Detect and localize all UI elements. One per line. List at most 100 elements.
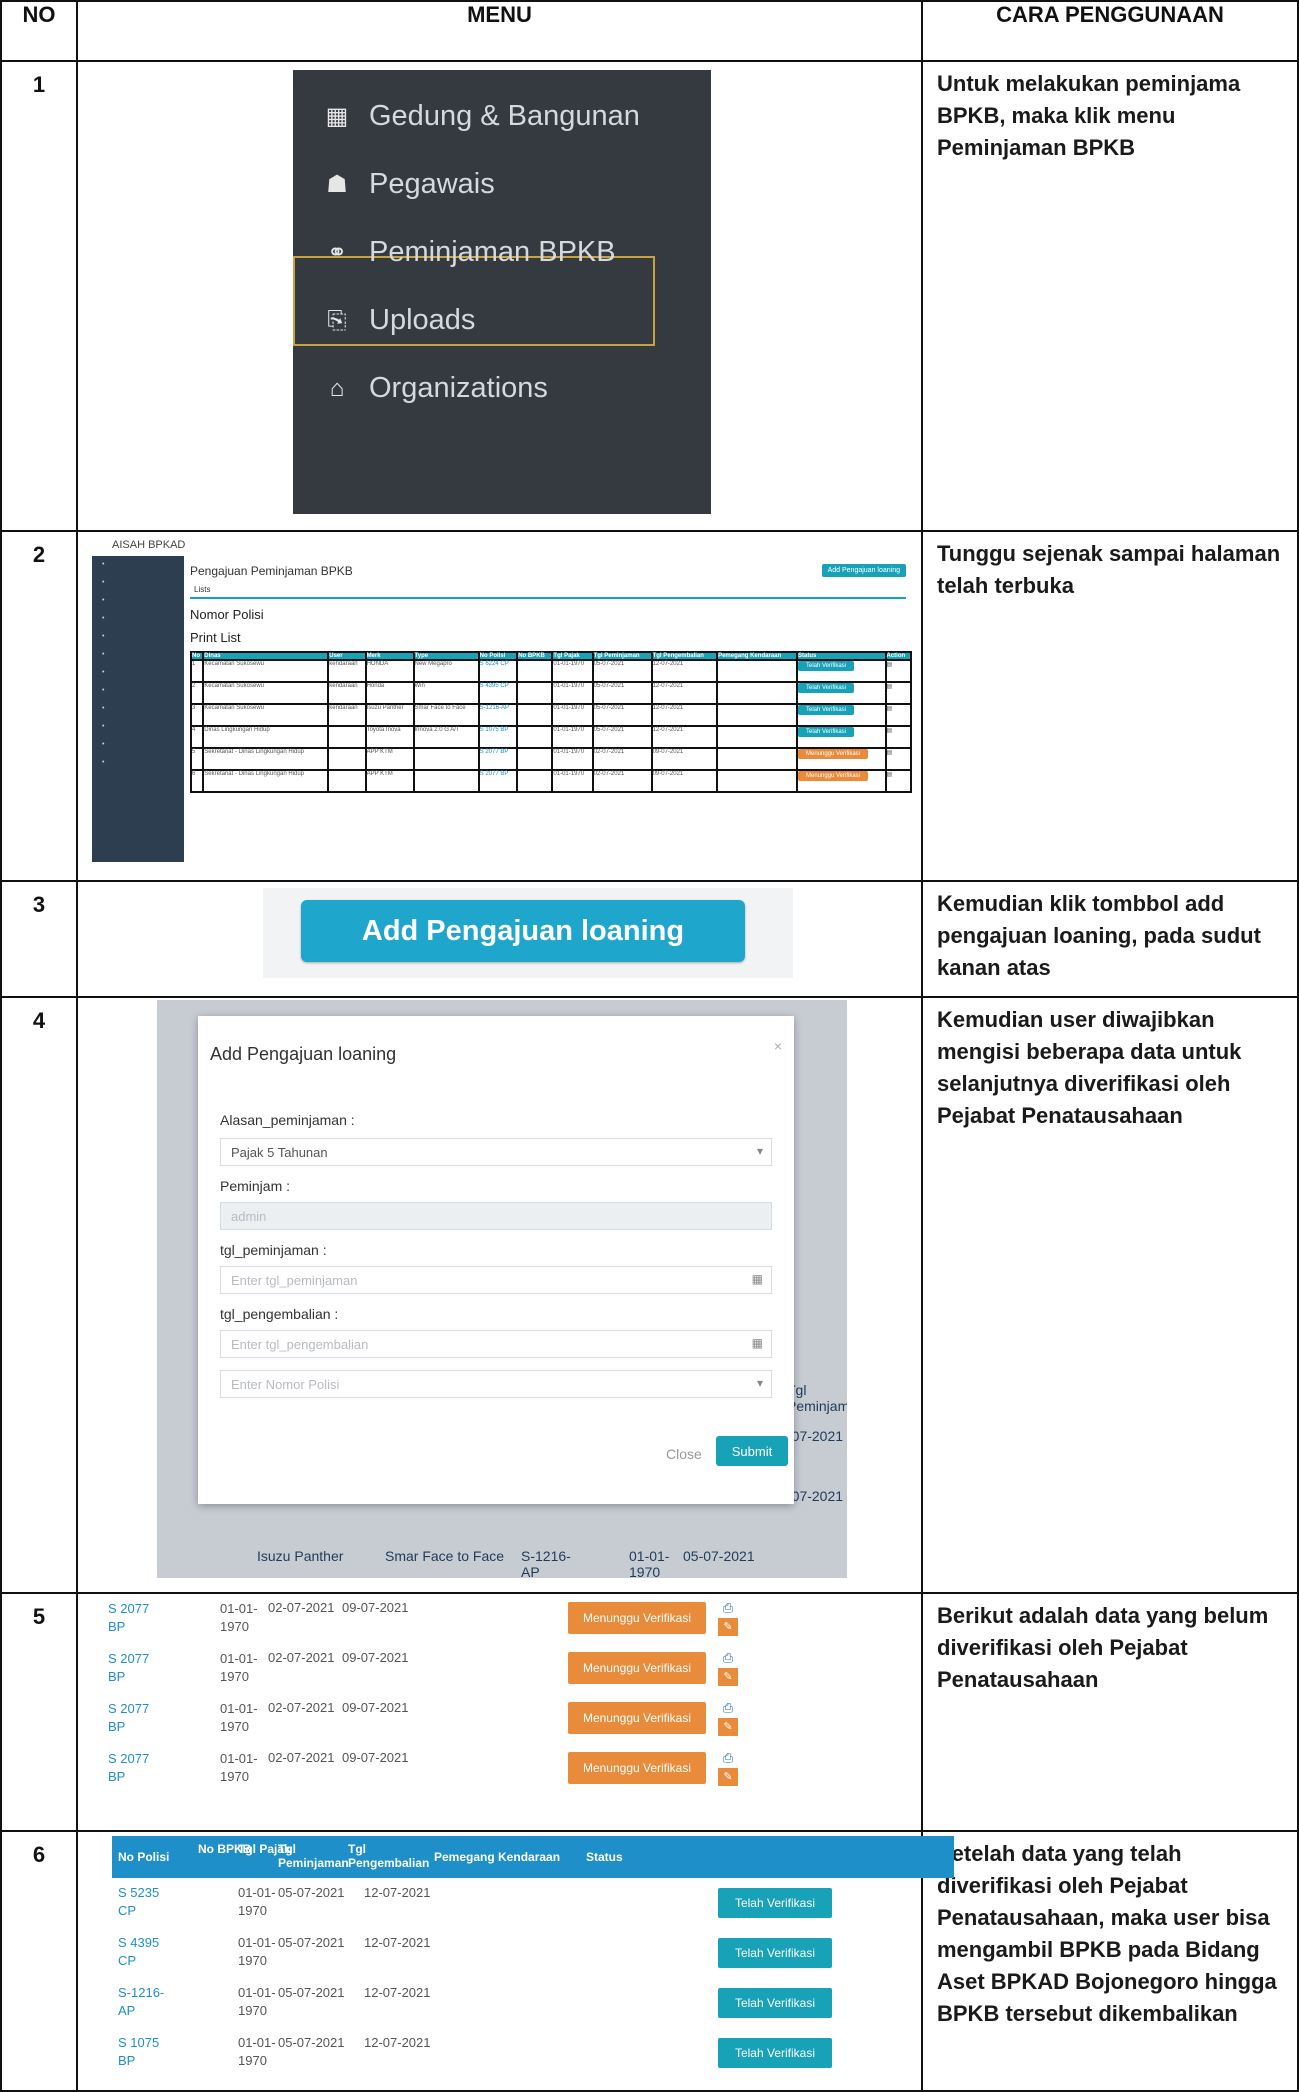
- submit-button[interactable]: Submit: [716, 1436, 788, 1466]
- table-cell: 4: [189, 725, 205, 749]
- column-header: Status: [795, 651, 887, 661]
- nomor-polisi: S 2077 BP: [108, 1601, 150, 1634]
- status-badge[interactable]: Menunggu Verifikasi: [797, 771, 869, 781]
- tgl-pajak: 01-01-1970: [220, 1701, 258, 1734]
- sidebar-item[interactable]: •: [92, 556, 184, 574]
- admin-screenshot: AISAH BPKAD • • • • • • • • • • • • Peng…: [92, 536, 912, 862]
- menu-item-gedung[interactable]: ▦ Gedung & Bangunan: [323, 100, 640, 133]
- sidebar-item[interactable]: •: [92, 754, 184, 772]
- action-cell[interactable]: ▤: [884, 703, 912, 727]
- action-cell[interactable]: ▤: [884, 747, 912, 771]
- table-cell: 09-07-2021: [650, 769, 719, 793]
- add-pengajuan-button[interactable]: Add Pengajuan loaning: [821, 564, 906, 577]
- table-cell: 05-07-2021: [591, 703, 653, 727]
- calendar-icon[interactable]: ▦: [752, 1336, 763, 1350]
- list-item: S 2077 BP 01-01-1970 02-07-2021 09-07-2021 M…: [108, 1698, 918, 1748]
- table-cell: [516, 725, 554, 749]
- column-header: Tgl Pengembalian: [348, 1842, 430, 1870]
- menu-item-organizations[interactable]: ⌂ Organizations: [323, 372, 548, 405]
- action-cell[interactable]: ▤: [884, 659, 912, 683]
- action-cell[interactable]: ▤: [884, 725, 912, 749]
- tgl-peminjaman-input[interactable]: Enter tgl_peminjaman ▦: [220, 1266, 772, 1294]
- print-icon[interactable]: ⎙: [718, 1600, 738, 1616]
- tgl-pengembalian: 12-07-2021: [364, 2035, 431, 2050]
- tgl-pengembalian-input[interactable]: Enter tgl_pengembalian ▦: [220, 1330, 772, 1358]
- table-row: 2 Kecamatan Sukosewu kendaraan Honda Win S 43…: [189, 681, 912, 705]
- status-badge[interactable]: Menunggu Verifikasi: [568, 1652, 706, 1684]
- table-cell: S 2077 BP: [477, 769, 519, 793]
- action-cell[interactable]: ▤: [884, 769, 912, 793]
- close-icon[interactable]: ×: [774, 1038, 782, 1054]
- table-cell: [516, 703, 554, 727]
- sidebar-item[interactable]: •: [92, 628, 184, 646]
- status-badge[interactable]: Menunggu Verifikasi: [797, 749, 869, 759]
- header-cara: CARA PENGGUNAAN: [921, 0, 1299, 62]
- status-badge[interactable]: Telah Verifikasi: [797, 683, 855, 693]
- table-cell: 09-07-2021: [650, 747, 719, 771]
- sidebar-item[interactable]: •: [92, 736, 184, 754]
- tab-lists[interactable]: Lists: [190, 582, 906, 599]
- nomor-polisi-select[interactable]: Enter Nomor Polisi ▾: [220, 1370, 772, 1398]
- edit-icon[interactable]: ✎: [718, 1768, 738, 1786]
- tgl-pengembalian-label: tgl_pengembalian :: [220, 1306, 339, 1322]
- tgl-peminjaman-label: tgl_peminjaman :: [220, 1242, 327, 1258]
- menu-item-peminjaman-bpkb[interactable]: ⚭ Peminjaman BPKB: [323, 236, 616, 269]
- sidebar-item[interactable]: •: [92, 682, 184, 700]
- status-badge[interactable]: Menunggu Verifikasi: [568, 1752, 706, 1784]
- table-cell: [327, 769, 367, 793]
- table-header: No Polisi No BPKB Tgl Pajak Tgl Peminjaman T…: [112, 1836, 954, 1878]
- status-badge[interactable]: Telah Verifikasi: [718, 1988, 832, 2018]
- print-list-heading: Print List: [190, 630, 241, 645]
- table-cell: Kecamatan Sukosewu: [202, 681, 330, 705]
- tgl-peminjaman: 02-07-2021: [268, 1600, 335, 1615]
- print-icon[interactable]: ⎙: [718, 1700, 738, 1716]
- menu-cell: No Polisi No BPKB Tgl Pajak Tgl Peminjaman T…: [76, 1830, 954, 2092]
- pending-list: S 2077 BP 01-01-1970 02-07-2021 09-07-2021 M…: [108, 1598, 918, 1798]
- header-menu: MENU: [76, 0, 923, 62]
- status-badge[interactable]: Telah Verifikasi: [797, 727, 855, 737]
- print-icon[interactable]: ⎙: [718, 1750, 738, 1766]
- peminjam-field: admin: [220, 1202, 772, 1230]
- sidebar-item[interactable]: •: [92, 610, 184, 628]
- tgl-pajak: 01-01-1970: [238, 1935, 276, 1968]
- menu-label: Organizations: [369, 372, 548, 404]
- action-cell[interactable]: ▤: [884, 681, 912, 705]
- status-badge[interactable]: Telah Verifikasi: [718, 1938, 832, 1968]
- edit-icon[interactable]: ✎: [718, 1668, 738, 1686]
- status-badge[interactable]: Menunggu Verifikasi: [568, 1702, 706, 1734]
- table-cell: 01-01-1970: [551, 769, 594, 793]
- sidebar-item[interactable]: •: [92, 646, 184, 664]
- edit-icon[interactable]: ✎: [718, 1718, 738, 1736]
- menu-item-pegawais[interactable]: ☗ Pegawais: [323, 168, 495, 201]
- edit-icon[interactable]: ✎: [718, 1618, 738, 1636]
- nomor-polisi: S 4395 CP: [118, 1935, 160, 1968]
- users-icon: ☗: [326, 171, 348, 198]
- column-header: No Polisi: [477, 651, 519, 661]
- instruction-text: Berikut adalah data yang belum diverifik…: [921, 1592, 1299, 1832]
- table-cell: Honda: [364, 681, 415, 705]
- status-badge[interactable]: Telah Verifikasi: [797, 661, 855, 671]
- table-row: 4 Dinas Lingkungan Hidup Toyota Inova Innov…: [189, 725, 912, 749]
- status-badge[interactable]: Telah Verifikasi: [797, 705, 855, 715]
- nomor-polisi: S 1075 BP: [118, 2035, 160, 2068]
- sidebar-item[interactable]: •: [92, 574, 184, 592]
- sidebar-item[interactable]: •: [92, 700, 184, 718]
- table-cell: 5: [189, 747, 205, 771]
- menu-item-uploads[interactable]: ⎘ Uploads: [323, 304, 475, 337]
- add-pengajuan-loaning-button[interactable]: Add Pengajuan loaning: [301, 900, 745, 962]
- sidebar-item[interactable]: •: [92, 592, 184, 610]
- sidebar-item[interactable]: •: [92, 718, 184, 736]
- table-cell: Telah Verifikasi: [795, 659, 887, 683]
- table-cell: S 1075 BP: [477, 725, 519, 749]
- tgl-peminjaman: 02-07-2021: [268, 1650, 335, 1665]
- status-badge[interactable]: Telah Verifikasi: [718, 1888, 832, 1918]
- sidebar-item[interactable]: •: [92, 664, 184, 682]
- status-badge[interactable]: Menunggu Verifikasi: [568, 1602, 706, 1634]
- calendar-icon[interactable]: ▦: [752, 1272, 763, 1286]
- table-cell: 01-01-1970: [551, 681, 594, 705]
- close-button[interactable]: Close: [666, 1446, 702, 1462]
- print-icon[interactable]: ⎙: [718, 1650, 738, 1666]
- status-badge[interactable]: Telah Verifikasi: [718, 2038, 832, 2068]
- alasan-select[interactable]: Pajak 5 Tahunan ▾: [220, 1138, 772, 1166]
- table-cell: HONDA: [364, 659, 415, 683]
